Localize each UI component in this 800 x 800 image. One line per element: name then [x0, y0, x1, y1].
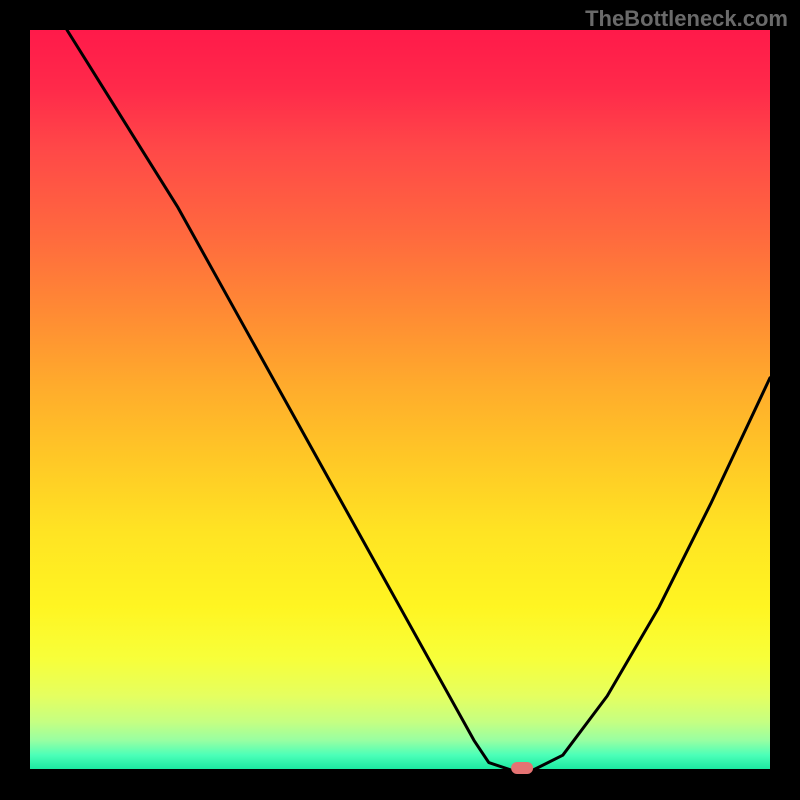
bottleneck-curve	[67, 30, 770, 770]
minimum-marker	[511, 762, 533, 774]
chart-container: TheBottleneck.com	[0, 0, 800, 800]
chart-svg	[30, 30, 770, 770]
watermark-text: TheBottleneck.com	[585, 6, 788, 32]
plot-area	[30, 30, 770, 770]
